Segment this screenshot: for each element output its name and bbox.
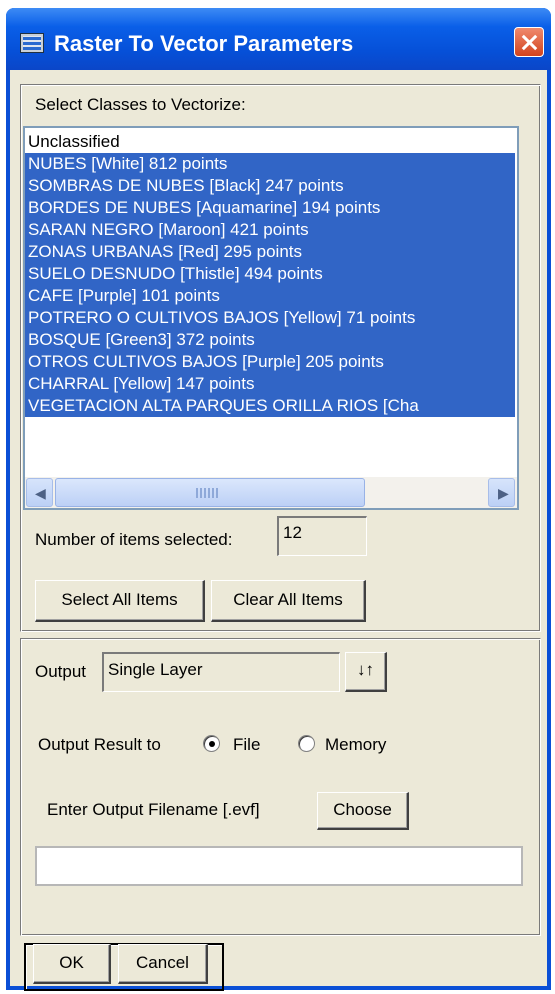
list-item[interactable]: OTROS CULTIVOS BAJOS [Purple] 205 points bbox=[25, 351, 515, 373]
filename-label: Enter Output Filename [.evf] bbox=[47, 800, 260, 819]
list-item[interactable]: BOSQUE [Green3] 372 points bbox=[25, 329, 515, 351]
list-item[interactable]: ZONAS URBANAS [Red] 295 points bbox=[25, 241, 515, 263]
list-item[interactable]: BORDES DE NUBES [Aquamarine] 194 points bbox=[25, 197, 515, 219]
choose-button[interactable]: Choose bbox=[317, 792, 409, 830]
title-bar[interactable]: Raster To Vector Parameters bbox=[6, 8, 551, 70]
classes-label: Select Classes to Vectorize: bbox=[35, 95, 246, 114]
grip-icon bbox=[196, 488, 218, 498]
cancel-button[interactable]: Cancel bbox=[118, 944, 208, 984]
list-item[interactable]: VEGETACION ALTA PARQUES ORILLA RIOS [Cha bbox=[25, 395, 515, 417]
scroll-right-button[interactable]: ▶ bbox=[488, 478, 515, 507]
items-selected-label: Number of items selected: bbox=[35, 530, 233, 549]
list-item[interactable]: CAFE [Purple] 101 points bbox=[25, 285, 515, 307]
list-item[interactable]: SARAN NEGRO [Maroon] 421 points bbox=[25, 219, 515, 241]
classes-listbox[interactable]: Unclassified NUBES [White] 812 points SOMB… bbox=[23, 126, 519, 510]
toggle-button[interactable]: ↓↑ bbox=[345, 652, 387, 692]
list-item[interactable]: NUBES [White] 812 points bbox=[25, 153, 515, 175]
output-label: Output bbox=[35, 662, 87, 681]
list-item[interactable]: SOMBRAS DE NUBES [Black] 247 points bbox=[25, 175, 515, 197]
select-all-button[interactable]: Select All Items bbox=[35, 580, 205, 622]
ok-button[interactable]: OK bbox=[33, 944, 111, 984]
scrollbar-thumb[interactable] bbox=[55, 478, 365, 507]
window-title: Raster To Vector Parameters bbox=[54, 31, 354, 56]
arrow-right-icon: ▶ bbox=[498, 485, 509, 501]
list-item[interactable]: Unclassified bbox=[25, 131, 515, 153]
filename-input[interactable] bbox=[35, 846, 523, 886]
file-radio[interactable] bbox=[203, 735, 220, 752]
clear-all-button[interactable]: Clear All Items bbox=[211, 580, 366, 622]
items-selected-count: 12 bbox=[277, 516, 367, 556]
memory-radio[interactable] bbox=[298, 735, 315, 752]
scroll-left-button[interactable]: ◀ bbox=[26, 478, 53, 507]
arrow-left-icon: ◀ bbox=[35, 485, 46, 501]
list-item[interactable]: POTRERO O CULTIVOS BAJOS [Yellow] 71 poi… bbox=[25, 307, 515, 329]
list-item[interactable]: SUELO DESNUDO [Thistle] 494 points bbox=[25, 263, 515, 285]
output-result-label: Output Result to bbox=[38, 735, 161, 754]
output-mode-field[interactable]: Single Layer bbox=[102, 652, 340, 692]
file-radio-label: File bbox=[233, 735, 261, 754]
swap-arrows-icon: ↓↑ bbox=[357, 660, 374, 679]
horizontal-scrollbar[interactable]: ◀ ▶ bbox=[25, 477, 517, 508]
list-item[interactable]: CHARRAL [Yellow] 147 points bbox=[25, 373, 515, 395]
raster-window-icon bbox=[20, 33, 44, 53]
close-icon[interactable] bbox=[514, 27, 544, 57]
memory-radio-label: Memory bbox=[325, 735, 387, 754]
